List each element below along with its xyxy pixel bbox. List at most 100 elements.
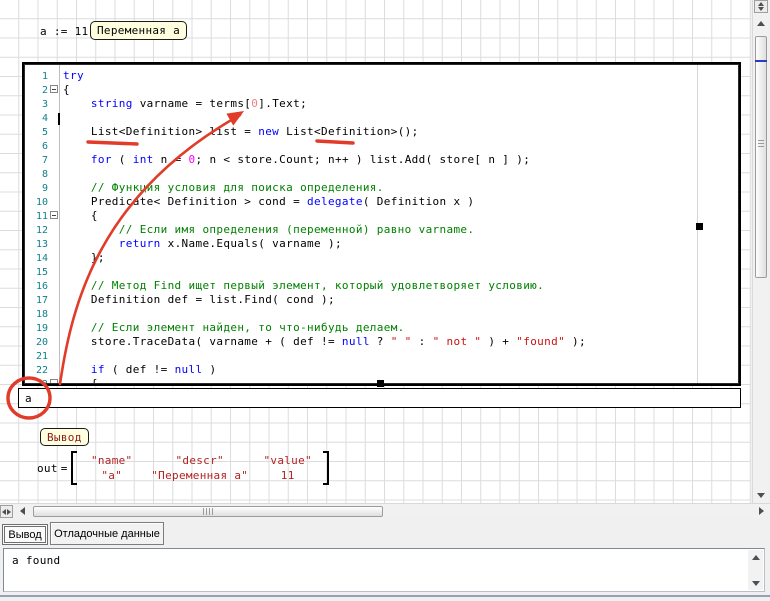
fold-margin (48, 125, 59, 139)
arrow-down-icon (752, 581, 760, 586)
split-handle-horizontal[interactable] (0, 505, 13, 518)
code-line: { (63, 83, 738, 97)
code-line (63, 111, 738, 125)
code-line (63, 139, 738, 153)
line-number: 10 (25, 197, 48, 208)
fold-margin (48, 139, 59, 153)
variable-note[interactable]: Переменная a (90, 21, 187, 40)
fold-margin (48, 363, 59, 377)
equals-sign: = (61, 462, 68, 475)
fold-margin (48, 195, 59, 209)
code-line: // Если имя определения (переменной) рав… (63, 223, 738, 237)
horizontal-scroll-thumb[interactable] (33, 506, 383, 517)
code-line: for ( int n = 0; n < store.Count; n++ ) … (63, 153, 738, 167)
code-line: List<Definition> list = new List<Definit… (63, 125, 738, 139)
fold-margin (48, 335, 59, 349)
fold-margin (48, 181, 59, 195)
smath-workspace: a := 11 Переменная a 1234567891011121314… (0, 0, 770, 601)
variable-definition[interactable]: a := 11 (40, 25, 88, 38)
fold-margin (48, 167, 59, 181)
code-line: // Функция условия для поиска определени… (63, 181, 738, 195)
code-line (63, 265, 738, 279)
matrix-cell: 11 (256, 468, 320, 483)
code-editor-surface[interactable]: 1234567891011121314151617181920212223 tr… (24, 64, 739, 384)
fold-margin (48, 349, 59, 363)
line-number: 11 (25, 211, 48, 222)
console-panel[interactable]: a found (3, 548, 765, 592)
fold-margin (48, 97, 59, 111)
arrow-left-icon (20, 507, 25, 515)
line-number: 2 (25, 85, 48, 96)
scroll-down-button[interactable] (753, 487, 768, 503)
line-number: 14 (25, 253, 48, 264)
line-number: 4 (25, 113, 48, 124)
editor-code[interactable]: try{ string varname = terms[0].Text; Lis… (63, 69, 738, 384)
code-line (63, 307, 738, 321)
fold-marker-icon[interactable] (48, 377, 59, 384)
line-number: 21 (25, 351, 48, 362)
vertical-scrollbar[interactable] (752, 0, 768, 503)
worksheet-grid[interactable]: a := 11 Переменная a 1234567891011121314… (0, 0, 751, 503)
code-line: { (63, 377, 738, 384)
output-variable-name: out (37, 462, 58, 475)
matrix-bracket-right (323, 451, 329, 485)
code-line (63, 349, 738, 363)
fold-marker-icon[interactable] (48, 83, 59, 97)
text-cursor (58, 113, 60, 125)
fold-margin (48, 153, 59, 167)
bottom-divider (0, 595, 770, 597)
scroll-left-button[interactable] (14, 504, 31, 518)
line-number: 8 (25, 169, 48, 180)
line-number: 17 (25, 295, 48, 306)
arrow-up-icon (752, 555, 760, 560)
code-line: // Если элемент найден, то что-нибудь де… (63, 321, 738, 335)
split-right-icon (7, 509, 11, 515)
fold-marker-icon[interactable] (48, 209, 59, 223)
arrow-up-icon (757, 21, 765, 26)
tab-debug-data[interactable]: Отладочные данные (50, 522, 164, 545)
tab-output[interactable]: Вывод (2, 524, 48, 545)
thumb-grip-icon (203, 508, 213, 515)
split-down-icon (758, 7, 764, 11)
line-number: 20 (25, 337, 48, 348)
code-line: Predicate< Definition > cond = delegate(… (63, 195, 738, 209)
resize-handle-right[interactable] (696, 223, 703, 230)
fold-margin (48, 279, 59, 293)
horizontal-scrollbar[interactable] (0, 503, 770, 518)
line-number: 5 (25, 127, 48, 138)
scroll-right-button[interactable] (753, 504, 769, 518)
line-number: 19 (25, 323, 48, 334)
fold-margin (48, 265, 59, 279)
split-handle-vertical[interactable] (754, 0, 768, 13)
line-number: 13 (25, 239, 48, 250)
matrix-grid: "name""descr""value""a""Переменная a"11 (80, 453, 320, 483)
console-scroll-down-button[interactable] (748, 576, 763, 590)
console-scroll-up-button[interactable] (748, 550, 763, 564)
fold-margin (48, 69, 59, 83)
thumb-grip-icon (758, 140, 764, 147)
output-note-button[interactable]: Вывод (40, 428, 89, 446)
code-line: store.TraceData( varname + ( def != null… (63, 335, 738, 349)
scroll-up-button[interactable] (753, 15, 768, 31)
fold-margin (48, 251, 59, 265)
output-expression[interactable]: out = "name""descr""value""a""Переменная… (37, 450, 329, 486)
editor-input-cell[interactable]: a (18, 388, 741, 408)
bottom-tab-bar: Вывод Отладочные данные (0, 518, 770, 548)
vertical-scroll-thumb[interactable] (755, 36, 767, 278)
fold-margin (48, 307, 59, 321)
console-output-text: a found (12, 554, 60, 567)
line-number: 16 (25, 281, 48, 292)
input-cell-text: a (25, 392, 32, 405)
line-number: 1 (25, 71, 48, 82)
matrix-cell: "descr" (144, 453, 256, 468)
line-number: 12 (25, 225, 48, 236)
editor-gutter: 1234567891011121314151617181920212223 (25, 69, 59, 384)
line-number: 15 (25, 267, 48, 278)
code-editor[interactable]: 1234567891011121314151617181920212223 tr… (22, 62, 741, 386)
console-scrollbar[interactable] (748, 550, 763, 590)
fold-margin (48, 237, 59, 251)
code-line (63, 167, 738, 181)
code-line: try (63, 69, 738, 83)
line-number: 22 (25, 365, 48, 376)
resize-handle-bottom[interactable] (377, 380, 384, 387)
